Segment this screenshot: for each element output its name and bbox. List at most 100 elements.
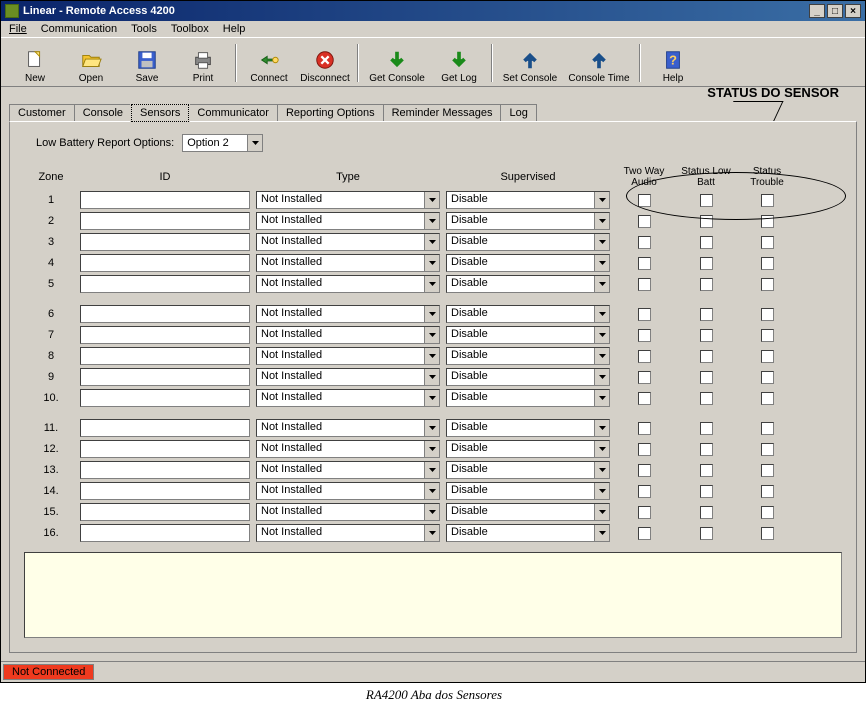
chevron-down-icon[interactable]	[594, 234, 609, 250]
chevron-down-icon[interactable]	[594, 276, 609, 292]
status-trouble-checkbox[interactable]	[761, 443, 774, 456]
tab-customer[interactable]: Customer	[9, 104, 75, 121]
tool-get-console[interactable]: Get Console	[363, 47, 431, 84]
tool-disconnect[interactable]: Disconnect	[297, 47, 353, 84]
chevron-down-icon[interactable]	[424, 192, 439, 208]
sensor-supervised-select[interactable]: Disable	[446, 461, 610, 479]
status-low-batt-checkbox[interactable]	[700, 236, 713, 249]
tool-get-log[interactable]: Get Log	[431, 47, 487, 84]
two-way-audio-checkbox[interactable]	[638, 257, 651, 270]
chevron-down-icon[interactable]	[594, 306, 609, 322]
two-way-audio-checkbox[interactable]	[638, 527, 651, 540]
sensor-supervised-select[interactable]: Disable	[446, 275, 610, 293]
status-low-batt-checkbox[interactable]	[700, 485, 713, 498]
sensor-type-select[interactable]: Not Installed	[256, 305, 440, 323]
menu-file[interactable]: File	[9, 23, 27, 35]
chevron-down-icon[interactable]	[424, 213, 439, 229]
sensor-supervised-select[interactable]: Disable	[446, 305, 610, 323]
status-trouble-checkbox[interactable]	[761, 422, 774, 435]
tool-open[interactable]: Open	[63, 47, 119, 84]
chevron-down-icon[interactable]	[424, 420, 439, 436]
status-low-batt-checkbox[interactable]	[700, 527, 713, 540]
sensor-supervised-select[interactable]: Disable	[446, 233, 610, 251]
sensor-type-select[interactable]: Not Installed	[256, 233, 440, 251]
sensor-type-select[interactable]: Not Installed	[256, 461, 440, 479]
sensor-id-input[interactable]	[80, 305, 250, 323]
sensor-supervised-select[interactable]: Disable	[446, 440, 610, 458]
tab-reporting-options[interactable]: Reporting Options	[277, 104, 384, 121]
status-low-batt-checkbox[interactable]	[700, 215, 713, 228]
chevron-down-icon[interactable]	[247, 135, 262, 151]
status-trouble-checkbox[interactable]	[761, 236, 774, 249]
chevron-down-icon[interactable]	[424, 390, 439, 406]
chevron-down-icon[interactable]	[594, 462, 609, 478]
sensor-supervised-select[interactable]: Disable	[446, 419, 610, 437]
chevron-down-icon[interactable]	[594, 420, 609, 436]
status-trouble-checkbox[interactable]	[761, 464, 774, 477]
sensor-supervised-select[interactable]: Disable	[446, 368, 610, 386]
sensor-supervised-select[interactable]: Disable	[446, 482, 610, 500]
status-trouble-checkbox[interactable]	[761, 392, 774, 405]
minimize-button[interactable]: _	[809, 4, 825, 18]
status-low-batt-checkbox[interactable]	[700, 443, 713, 456]
chevron-down-icon[interactable]	[424, 483, 439, 499]
menu-tools[interactable]: Tools	[131, 23, 157, 35]
tab-log[interactable]: Log	[500, 104, 536, 121]
menu-help[interactable]: Help	[223, 23, 246, 35]
sensor-supervised-select[interactable]: Disable	[446, 524, 610, 542]
chevron-down-icon[interactable]	[424, 525, 439, 541]
sensor-id-input[interactable]	[80, 254, 250, 272]
chevron-down-icon[interactable]	[594, 504, 609, 520]
sensor-supervised-select[interactable]: Disable	[446, 191, 610, 209]
two-way-audio-checkbox[interactable]	[638, 392, 651, 405]
tab-communicator[interactable]: Communicator	[188, 104, 278, 121]
sensor-id-input[interactable]	[80, 461, 250, 479]
sensor-id-input[interactable]	[80, 212, 250, 230]
sensor-id-input[interactable]	[80, 440, 250, 458]
chevron-down-icon[interactable]	[424, 255, 439, 271]
status-low-batt-checkbox[interactable]	[700, 194, 713, 207]
chevron-down-icon[interactable]	[594, 483, 609, 499]
status-low-batt-checkbox[interactable]	[700, 464, 713, 477]
chevron-down-icon[interactable]	[594, 192, 609, 208]
sensor-type-select[interactable]: Not Installed	[256, 326, 440, 344]
close-button[interactable]: ×	[845, 4, 861, 18]
sensor-id-input[interactable]	[80, 419, 250, 437]
tab-reminder-messages[interactable]: Reminder Messages	[383, 104, 502, 121]
tool-set-console[interactable]: Set Console	[497, 47, 563, 84]
two-way-audio-checkbox[interactable]	[638, 215, 651, 228]
chevron-down-icon[interactable]	[594, 348, 609, 364]
sensor-id-input[interactable]	[80, 191, 250, 209]
tab-console[interactable]: Console	[74, 104, 132, 121]
status-low-batt-checkbox[interactable]	[700, 308, 713, 321]
status-trouble-checkbox[interactable]	[761, 215, 774, 228]
chevron-down-icon[interactable]	[424, 504, 439, 520]
tool-help[interactable]: ? Help	[645, 47, 701, 84]
sensor-id-input[interactable]	[80, 524, 250, 542]
sensor-supervised-select[interactable]: Disable	[446, 212, 610, 230]
sensor-type-select[interactable]: Not Installed	[256, 524, 440, 542]
sensor-id-input[interactable]	[80, 482, 250, 500]
sensor-supervised-select[interactable]: Disable	[446, 326, 610, 344]
sensor-type-select[interactable]: Not Installed	[256, 212, 440, 230]
chevron-down-icon[interactable]	[594, 525, 609, 541]
status-trouble-checkbox[interactable]	[761, 194, 774, 207]
status-trouble-checkbox[interactable]	[761, 308, 774, 321]
chevron-down-icon[interactable]	[424, 462, 439, 478]
sensor-id-input[interactable]	[80, 275, 250, 293]
sensor-id-input[interactable]	[80, 233, 250, 251]
sensor-id-input[interactable]	[80, 389, 250, 407]
status-trouble-checkbox[interactable]	[761, 278, 774, 291]
chevron-down-icon[interactable]	[424, 327, 439, 343]
sensor-type-select[interactable]: Not Installed	[256, 191, 440, 209]
sensor-id-input[interactable]	[80, 326, 250, 344]
sensor-id-input[interactable]	[80, 368, 250, 386]
status-low-batt-checkbox[interactable]	[700, 422, 713, 435]
two-way-audio-checkbox[interactable]	[638, 278, 651, 291]
status-trouble-checkbox[interactable]	[761, 371, 774, 384]
status-trouble-checkbox[interactable]	[761, 350, 774, 363]
sensor-supervised-select[interactable]: Disable	[446, 347, 610, 365]
chevron-down-icon[interactable]	[424, 306, 439, 322]
chevron-down-icon[interactable]	[424, 234, 439, 250]
sensor-type-select[interactable]: Not Installed	[256, 440, 440, 458]
